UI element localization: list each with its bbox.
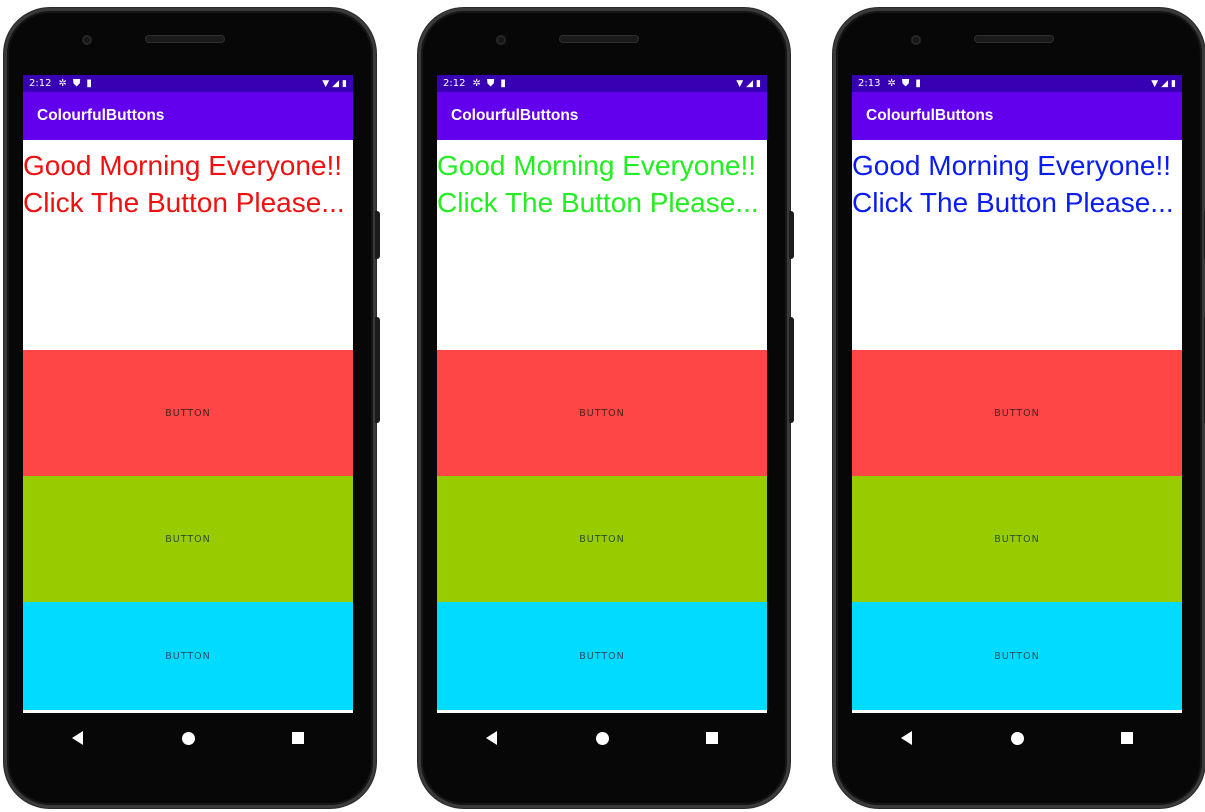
status-time: 2:12 <box>443 78 466 89</box>
nav-bar <box>437 713 767 763</box>
status-time: 2:12 <box>29 78 52 89</box>
home-icon[interactable] <box>1002 723 1032 753</box>
power-button <box>375 211 380 259</box>
front-camera-icon <box>911 35 921 45</box>
volume-button <box>789 317 794 423</box>
home-icon[interactable] <box>173 723 203 753</box>
cyan-button[interactable]: BUTTON <box>852 602 1182 710</box>
wifi-icon: ▼ <box>1151 78 1159 89</box>
shield-icon: ⛊ <box>72 77 81 89</box>
signal-icon: ◢ <box>1161 78 1169 89</box>
green-button[interactable]: BUTTON <box>852 476 1182 602</box>
signal-icon: ◢ <box>746 78 754 89</box>
app-title: ColourfulButtons <box>37 107 165 124</box>
red-button[interactable]: BUTTON <box>437 350 767 476</box>
recents-icon[interactable] <box>283 723 313 753</box>
red-button[interactable]: BUTTON <box>23 350 353 476</box>
recents-icon[interactable] <box>1112 723 1142 753</box>
phone-screen: 2:12 ✲ ⛊ ▮ ▼ ◢ ▮ ColourfulButtons Good M… <box>23 75 353 713</box>
app-bar: ColourfulButtons <box>437 92 767 140</box>
battery-icon: ▮ <box>1171 78 1176 89</box>
greeting-text: Good Morning Everyone!! Click The Button… <box>437 150 759 218</box>
phone-2: 2:12 ✲ ⛊ ▮ ▼ ◢ ▮ ColourfulButtons Good M… <box>418 8 794 808</box>
wifi-icon: ▼ <box>736 78 744 89</box>
app-title: ColourfulButtons <box>866 107 994 124</box>
status-right: ▼ ◢ ▮ <box>322 79 347 89</box>
volume-button <box>375 317 380 423</box>
shield-icon: ⛊ <box>486 77 495 89</box>
phone-1: 2:12 ✲ ⛊ ▮ ▼ ◢ ▮ ColourfulButtons Good M… <box>4 8 380 808</box>
back-icon[interactable] <box>63 723 93 753</box>
gear-icon: ✲ <box>58 77 67 89</box>
nav-bar <box>852 713 1182 763</box>
status-bar: 2:12 ✲ ⛊ ▮ ▼ ◢ ▮ <box>437 75 767 92</box>
status-right: ▼ ◢ ▮ <box>736 79 761 89</box>
signal-icon: ◢ <box>332 78 340 89</box>
app-bar: ColourfulButtons <box>23 92 353 140</box>
back-icon[interactable] <box>892 723 922 753</box>
cyan-button[interactable]: BUTTON <box>437 602 767 710</box>
battery-icon: ▮ <box>342 78 347 89</box>
phone-screen: 2:12 ✲ ⛊ ▮ ▼ ◢ ▮ ColourfulButtons Good M… <box>437 75 767 713</box>
app-title: ColourfulButtons <box>451 107 579 124</box>
green-button[interactable]: BUTTON <box>23 476 353 602</box>
cyan-button[interactable]: BUTTON <box>23 602 353 710</box>
earpiece-speaker <box>559 35 639 43</box>
phone-3: 2:13 ✲ ⛊ ▮ ▼ ◢ ▮ ColourfulButtons Good M… <box>833 8 1205 808</box>
app-bar: ColourfulButtons <box>852 92 1182 140</box>
earpiece-speaker <box>145 35 225 43</box>
wifi-icon: ▼ <box>322 78 330 89</box>
front-camera-icon <box>82 35 92 45</box>
greeting-text: Good Morning Everyone!! Click The Button… <box>852 150 1174 218</box>
earpiece-speaker <box>974 35 1054 43</box>
status-bar: 2:13 ✲ ⛊ ▮ ▼ ◢ ▮ <box>852 75 1182 92</box>
back-icon[interactable] <box>477 723 507 753</box>
status-right: ▼ ◢ ▮ <box>1151 79 1176 89</box>
gear-icon: ✲ <box>887 77 896 89</box>
greeting-text: Good Morning Everyone!! Click The Button… <box>23 150 345 218</box>
recents-icon[interactable] <box>697 723 727 753</box>
green-button[interactable]: BUTTON <box>437 476 767 602</box>
sd-card-icon: ▮ <box>915 77 921 89</box>
sd-card-icon: ▮ <box>86 77 92 89</box>
sd-card-icon: ▮ <box>500 77 506 89</box>
status-time: 2:13 <box>858 78 881 89</box>
shield-icon: ⛊ <box>901 77 910 89</box>
home-icon[interactable] <box>587 723 617 753</box>
power-button <box>789 211 794 259</box>
gear-icon: ✲ <box>472 77 481 89</box>
front-camera-icon <box>496 35 506 45</box>
phone-screen: 2:13 ✲ ⛊ ▮ ▼ ◢ ▮ ColourfulButtons Good M… <box>852 75 1182 713</box>
nav-bar <box>23 713 353 763</box>
status-bar: 2:12 ✲ ⛊ ▮ ▼ ◢ ▮ <box>23 75 353 92</box>
red-button[interactable]: BUTTON <box>852 350 1182 476</box>
battery-icon: ▮ <box>756 78 761 89</box>
